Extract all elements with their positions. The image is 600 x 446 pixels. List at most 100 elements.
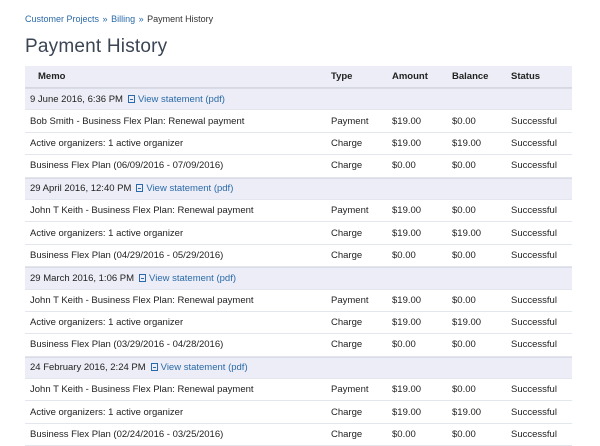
amount-cell: $0.00 xyxy=(392,339,416,351)
table-row: Bob Smith - Business Flex Plan: Renewal … xyxy=(25,110,572,133)
memo-cell: Business Flex Plan (02/24/2016 - 03/25/2… xyxy=(30,429,224,441)
type-cell: Charge xyxy=(331,137,363,149)
table-row: Active organizers: 1 active organizer Cha… xyxy=(25,401,572,424)
view-statement-link[interactable]: View statement (pdf) xyxy=(139,273,236,284)
table-header-row: Memo Type Amount Balance Status xyxy=(25,66,572,88)
table-row: John T Keith - Business Flex Plan: Renew… xyxy=(25,290,572,312)
payment-group-row: 9 June 2016, 6:36 PM View statement (pdf) xyxy=(25,88,572,111)
table-row: Business Flex Plan (04/29/2016 - 05/29/2… xyxy=(25,245,572,268)
amount-cell: $0.00 xyxy=(392,249,416,261)
amount-cell: $19.00 xyxy=(392,384,422,396)
status-cell: Successful xyxy=(511,249,557,261)
balance-cell: $0.00 xyxy=(452,384,476,396)
balance-cell: $0.00 xyxy=(452,249,476,261)
memo-cell: Active organizers: 1 active organizer xyxy=(30,317,184,329)
memo-cell: John T Keith - Business Flex Plan: Renew… xyxy=(30,205,254,217)
memo-cell: John T Keith - Business Flex Plan: Renew… xyxy=(30,384,254,396)
amount-cell: $0.00 xyxy=(392,429,416,441)
memo-cell: John T Keith - Business Flex Plan: Renew… xyxy=(30,294,254,306)
table-body: 9 June 2016, 6:36 PM View statement (pdf)… xyxy=(25,88,572,446)
amount-cell: $19.00 xyxy=(392,406,422,418)
memo-cell: Active organizers: 1 active organizer xyxy=(30,137,184,149)
table-row: Active organizers: 1 active organizer Cha… xyxy=(25,133,572,156)
type-cell: Charge xyxy=(331,429,363,441)
table-row: Active organizers: 1 active organizer Cha… xyxy=(25,312,572,335)
payment-group-row: 24 February 2016, 2:24 PM View statement … xyxy=(25,356,572,380)
memo-cell: Active organizers: 1 active organizer xyxy=(30,227,184,239)
table-row: Business Flex Plan (02/24/2016 - 03/25/2… xyxy=(25,424,572,446)
view-statement-label: View statement (pdf) xyxy=(149,272,236,284)
status-cell: Successful xyxy=(511,294,557,306)
payment-group-cell: 29 April 2016, 12:40 PM View statement (p… xyxy=(25,183,329,194)
amount-cell: $19.00 xyxy=(392,294,422,306)
column-header-status: Status xyxy=(511,71,541,82)
view-statement-link[interactable]: View statement (pdf) xyxy=(150,362,248,374)
payment-date: 9 June 2016, 6:36 PM xyxy=(30,93,123,105)
type-cell: Payment xyxy=(331,205,369,217)
type-cell: Charge xyxy=(331,249,363,261)
payment-group-cell: 29 March 2016, 1:06 PM View statement (pd… xyxy=(25,273,329,284)
balance-cell: $0.00 xyxy=(452,115,476,127)
column-header-type: Type xyxy=(331,71,353,82)
table-row: John T Keith - Business Flex Plan: Renew… xyxy=(25,379,572,402)
view-statement-label: View statement (pdf) xyxy=(146,183,234,195)
payment-group-row: 29 March 2016, 1:06 PM View statement (pd… xyxy=(25,267,572,290)
type-cell: Charge xyxy=(331,227,363,239)
payment-history-table: Memo Type Amount Balance Status 9 June 2… xyxy=(25,66,572,446)
pdf-file-icon xyxy=(127,94,135,103)
type-cell: Charge xyxy=(331,339,363,351)
balance-cell: $0.00 xyxy=(452,160,476,172)
breadcrumb-separator: » xyxy=(102,14,108,24)
type-cell: Payment xyxy=(331,294,369,306)
view-statement-link[interactable]: View statement (pdf) xyxy=(127,93,225,105)
table-row: Business Flex Plan (06/09/2016 - 07/09/2… xyxy=(25,155,572,178)
status-cell: Successful xyxy=(511,429,557,441)
status-cell: Successful xyxy=(511,406,557,418)
status-cell: Successful xyxy=(511,227,557,239)
pdf-file-icon xyxy=(150,363,158,372)
payment-date: 24 February 2016, 2:24 PM xyxy=(30,362,146,374)
amount-cell: $0.00 xyxy=(392,160,416,172)
status-cell: Successful xyxy=(511,205,557,217)
breadcrumb-separator: » xyxy=(138,14,144,24)
status-cell: Successful xyxy=(511,339,557,351)
amount-cell: $19.00 xyxy=(392,115,422,127)
view-statement-link[interactable]: View statement (pdf) xyxy=(136,183,233,194)
table-row: John T Keith - Business Flex Plan: Renew… xyxy=(25,200,572,223)
balance-cell: $19.00 xyxy=(452,317,482,329)
balance-cell: $0.00 xyxy=(452,205,476,217)
amount-cell: $19.00 xyxy=(392,317,422,329)
view-statement-label: View statement (pdf) xyxy=(160,362,248,374)
balance-cell: $19.00 xyxy=(452,137,482,149)
type-cell: Charge xyxy=(331,317,363,329)
breadcrumb-current: Payment History xyxy=(147,14,214,24)
amount-cell: $19.00 xyxy=(392,137,422,149)
payment-group-cell: 9 June 2016, 6:36 PM View statement (pdf) xyxy=(25,94,329,105)
pdf-file-icon xyxy=(136,184,144,193)
balance-cell: $19.00 xyxy=(452,227,482,239)
memo-cell: Business Flex Plan (06/09/2016 - 07/09/2… xyxy=(30,160,224,172)
balance-cell: $0.00 xyxy=(452,339,476,351)
table-row: Active organizers: 1 active organizer Cha… xyxy=(25,222,572,245)
column-header-amount: Amount xyxy=(392,71,428,82)
type-cell: Charge xyxy=(331,406,363,418)
status-cell: Successful xyxy=(511,115,557,127)
status-cell: Successful xyxy=(511,137,557,149)
balance-cell: $19.00 xyxy=(452,406,482,418)
payment-date: 29 April 2016, 12:40 PM xyxy=(30,183,132,195)
breadcrumb-customer-projects[interactable]: Customer Projects xyxy=(25,14,99,24)
pdf-file-icon xyxy=(139,273,147,282)
column-header-memo: Memo xyxy=(38,71,66,82)
payment-date: 29 March 2016, 1:06 PM xyxy=(30,272,135,284)
memo-cell: Bob Smith - Business Flex Plan: Renewal … xyxy=(30,115,245,127)
breadcrumb-billing[interactable]: Billing xyxy=(111,14,135,24)
column-header-balance: Balance xyxy=(452,71,489,82)
amount-cell: $19.00 xyxy=(392,205,422,217)
status-cell: Successful xyxy=(511,384,557,396)
view-statement-label: View statement (pdf) xyxy=(137,93,225,105)
type-cell: Charge xyxy=(331,160,363,172)
table-row: Business Flex Plan (03/29/2016 - 04/28/2… xyxy=(25,334,572,357)
amount-cell: $19.00 xyxy=(392,227,422,239)
payment-group-row: 29 April 2016, 12:40 PM View statement (p… xyxy=(25,177,572,200)
memo-cell: Active organizers: 1 active organizer xyxy=(30,406,184,418)
